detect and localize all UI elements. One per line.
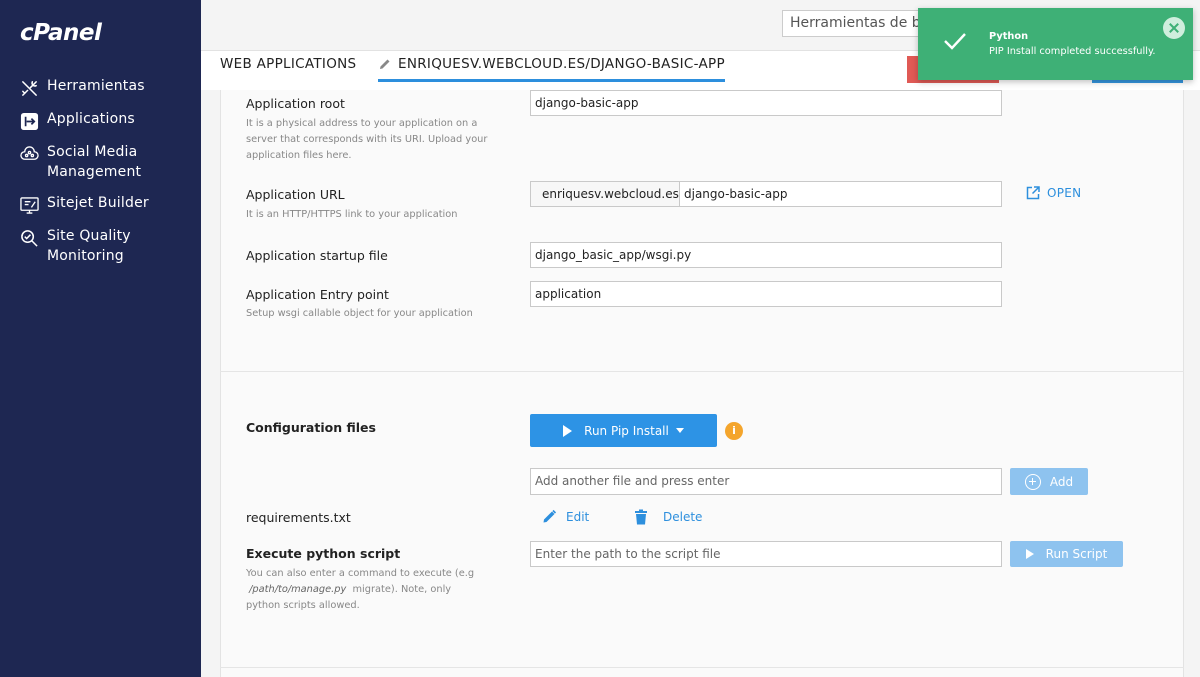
sidebar-item-label: Social Media Management — [47, 144, 142, 180]
run-pip-install-label: Run Pip Install — [584, 423, 669, 438]
toast-title: Python — [989, 31, 1029, 42]
app-url-path-input[interactable]: django-basic-app — [679, 181, 1002, 207]
app-url-label: Application URL — [246, 187, 345, 202]
sidebar-item-label: Site Quality Monitoring — [47, 228, 131, 264]
startup-file-input[interactable]: django_basic_app/wsgi.py — [530, 242, 1002, 268]
domain-select-value: enriquesv.webcloud.es — [542, 187, 679, 201]
sidebar-item-sitejet-builder[interactable]: Sitejet Builder — [0, 193, 201, 215]
app-root-input[interactable]: django-basic-app — [530, 90, 1002, 116]
open-url-label: OPEN — [1047, 186, 1082, 200]
run-script-button[interactable]: Run Script — [1010, 541, 1123, 567]
delete-file-label: Delete — [663, 510, 703, 524]
app-root-label: Application root — [246, 96, 345, 111]
site-quality-icon — [19, 228, 39, 248]
sidebar-item-social-media[interactable]: Social Media Management — [0, 142, 201, 182]
sidebar-item-applications[interactable]: Applications — [0, 109, 201, 131]
sidebar: cPanel Herramientas Applications Social … — [0, 0, 201, 677]
entry-point-help: Setup wsgi callable object for your appl… — [246, 308, 473, 319]
run-script-label: Run Script — [1045, 547, 1108, 561]
close-icon[interactable] — [1163, 17, 1185, 39]
tab-current-application-label: ENRIQUESV.WEBCLOUD.ES/DJANGO-BASIC-APP — [398, 56, 725, 72]
success-toast: Python PIP Install completed successfull… — [918, 8, 1193, 80]
run-pip-install-button[interactable]: Run Pip Install — [530, 414, 717, 447]
tab-current-application[interactable]: ENRIQUESV.WEBCLOUD.ES/DJANGO-BASIC-APP — [378, 56, 725, 82]
play-icon — [563, 424, 573, 437]
pencil-icon — [543, 509, 557, 523]
configuration-files-label: Configuration files — [246, 420, 376, 435]
open-url-link[interactable]: OPEN — [1026, 186, 1081, 200]
tools-icon — [19, 78, 39, 98]
section-divider — [220, 667, 1184, 668]
add-circle-icon — [1024, 473, 1041, 490]
add-file-label: Add — [1049, 474, 1074, 489]
trash-icon — [635, 509, 647, 525]
pencil-icon — [380, 59, 390, 69]
section-divider — [220, 371, 1184, 372]
domain-select[interactable]: enriquesv.webcloud.es — [530, 181, 689, 207]
app-url-help: It is an HTTP/HTTPS link to your applica… — [246, 209, 458, 220]
startup-file-label: Application startup file — [246, 248, 388, 263]
execute-script-help-part1: You can also enter a command to execute … — [246, 568, 475, 579]
execute-script-help-path: /path/to/manage.py — [249, 584, 347, 595]
tab-web-applications[interactable]: WEB APPLICATIONS — [220, 56, 356, 72]
add-file-button[interactable]: Add — [1010, 468, 1088, 495]
play-icon — [1025, 549, 1034, 559]
info-icon[interactable]: i — [725, 422, 743, 440]
sidebar-item-label: Applications — [47, 111, 135, 127]
sitejet-builder-icon — [19, 195, 39, 215]
config-file-name: requirements.txt — [246, 510, 351, 525]
search-input[interactable]: Herramientas de bús — [782, 10, 932, 37]
toast-message: PIP Install completed successfully. — [989, 46, 1156, 57]
sidebar-nav: Herramientas Applications Social Media M… — [0, 76, 201, 277]
checkmark-icon — [944, 33, 966, 50]
edit-file-button[interactable]: Edit — [542, 509, 589, 524]
entry-point-input[interactable]: application — [530, 281, 1002, 307]
entry-point-label: Application Entry point — [246, 287, 389, 302]
delete-file-button[interactable]: Delete — [634, 509, 702, 525]
applications-icon — [19, 111, 39, 131]
execute-script-label: Execute python script — [246, 546, 401, 561]
social-media-icon — [19, 144, 39, 164]
app-root-help: It is a physical address to your applica… — [246, 118, 488, 161]
sidebar-item-herramientas[interactable]: Herramientas — [0, 76, 201, 98]
cpanel-logo[interactable]: cPanel — [20, 20, 102, 46]
script-path-input[interactable]: Enter the path to the script file — [530, 541, 1002, 567]
add-file-input[interactable]: Add another file and press enter — [530, 468, 1002, 495]
edit-file-label: Edit — [566, 509, 590, 524]
execute-script-help: You can also enter a command to execute … — [246, 566, 486, 614]
external-link-icon — [1026, 186, 1040, 200]
sidebar-item-label: Herramientas — [47, 78, 145, 94]
caret-down-icon[interactable] — [675, 428, 684, 433]
sidebar-item-label: Sitejet Builder — [47, 195, 149, 211]
sidebar-item-site-quality[interactable]: Site Quality Monitoring — [0, 226, 201, 266]
